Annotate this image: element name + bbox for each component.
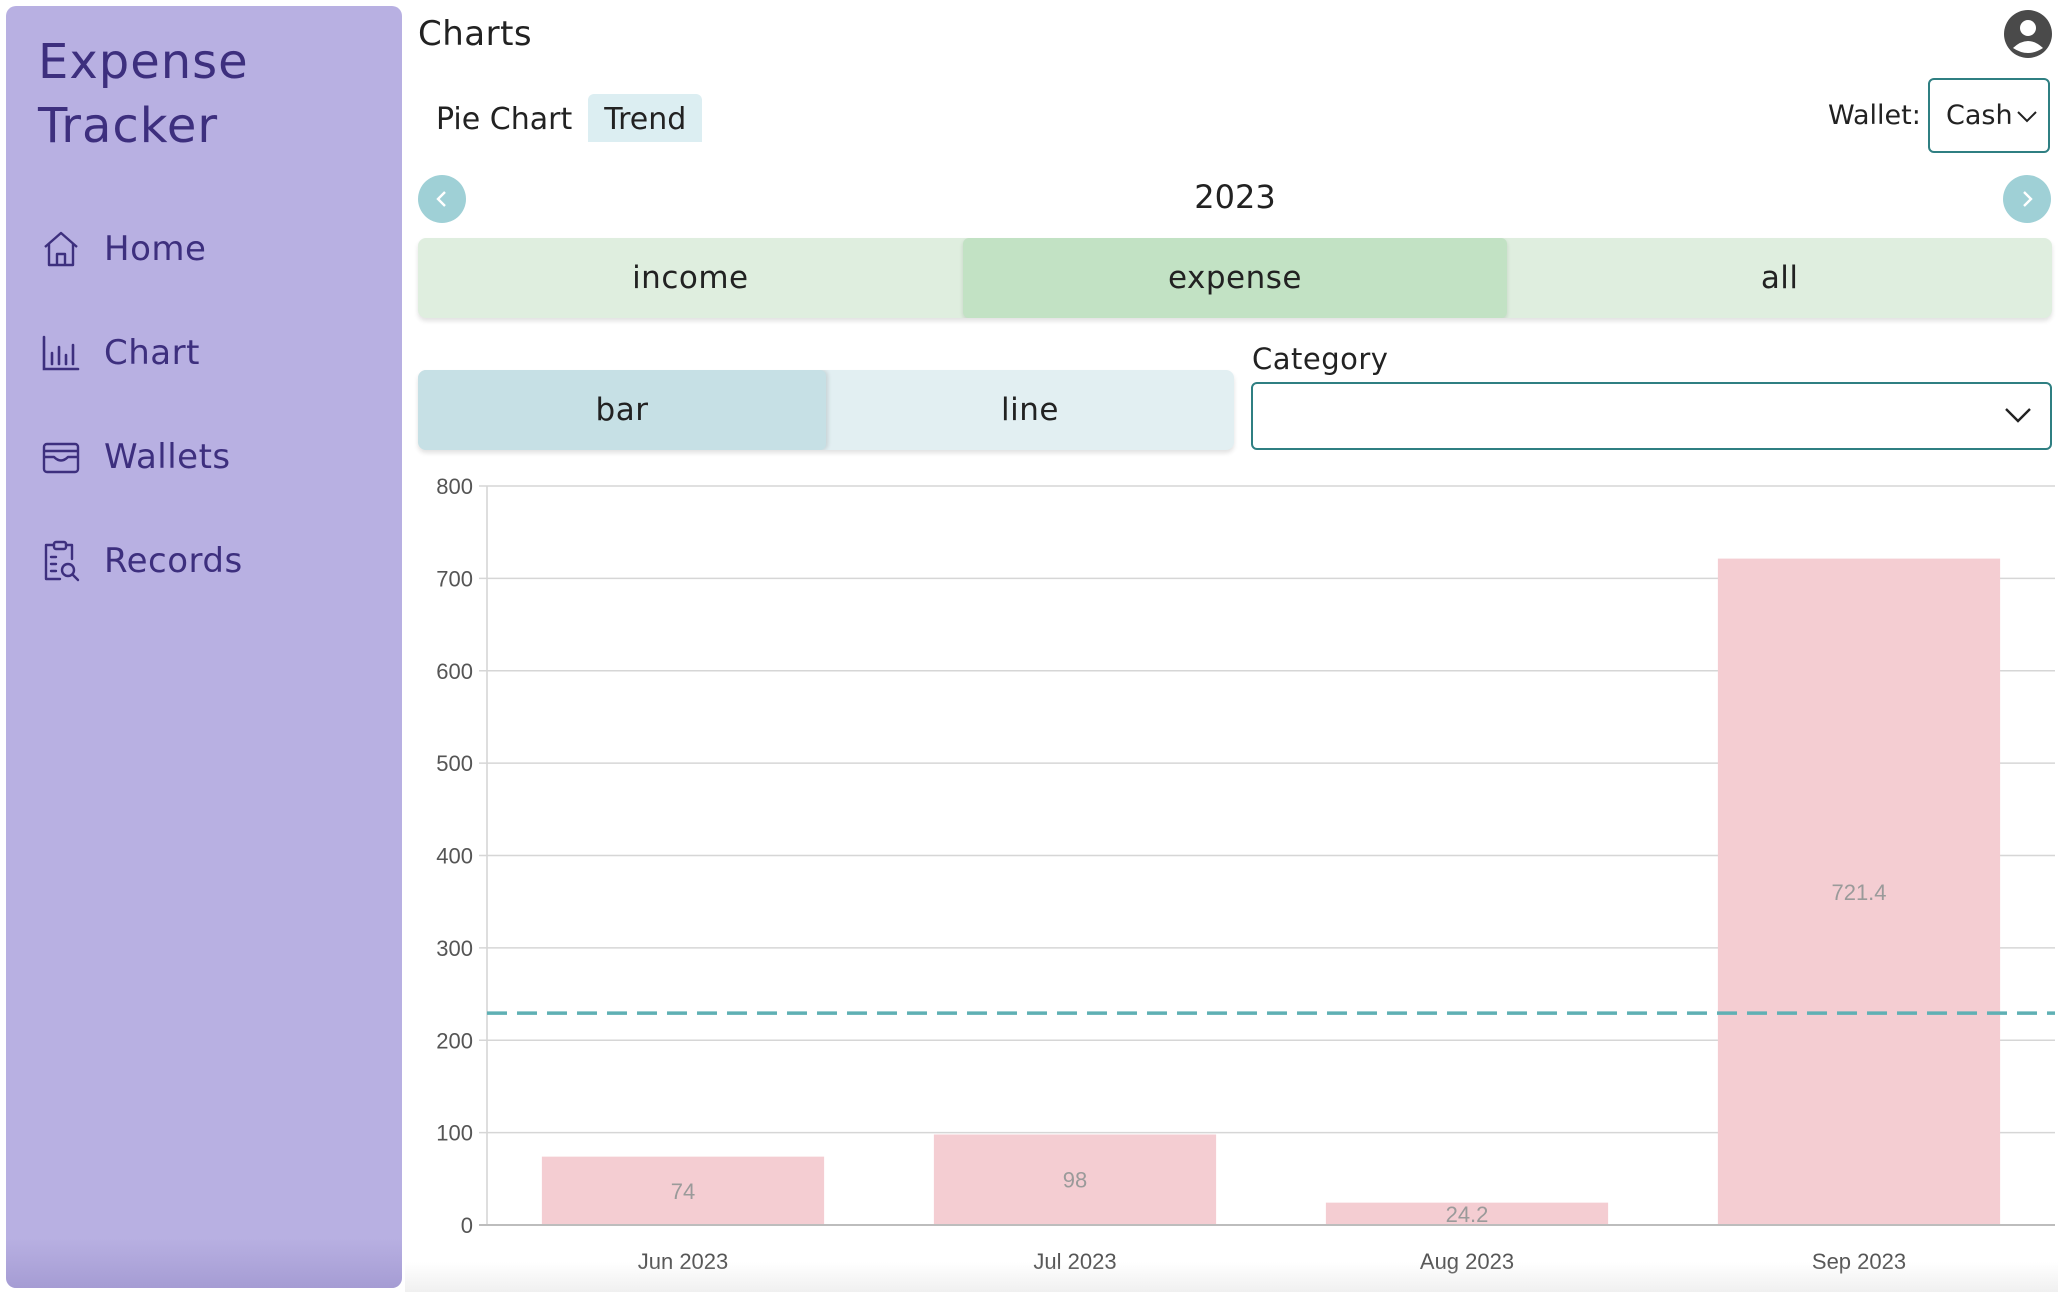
sidebar: Expense Tracker Home Chart Wallets Recor… — [6, 6, 402, 1288]
segment-all[interactable]: all — [1507, 238, 2052, 318]
sidebar-item-label: Wallets — [104, 437, 231, 477]
y-tick-label: 400 — [436, 844, 473, 869]
y-tick-label: 800 — [436, 474, 473, 499]
sidebar-item-records[interactable]: Records — [40, 529, 380, 593]
sidebar-item-home[interactable]: Home — [40, 217, 380, 281]
segment-line[interactable]: line — [826, 370, 1234, 450]
chevron-left-icon — [436, 191, 446, 207]
tab-trend[interactable]: Trend — [588, 94, 703, 142]
home-icon — [40, 227, 84, 271]
user-avatar-icon[interactable] — [2004, 10, 2052, 58]
next-year-button[interactable] — [2003, 175, 2051, 223]
chevron-down-icon — [2004, 406, 2032, 428]
segment-income[interactable]: income — [418, 238, 963, 318]
sidebar-item-label: Records — [104, 541, 243, 581]
app-brand: Expense Tracker — [38, 34, 249, 154]
bar-value-label: 24.2 — [1446, 1202, 1489, 1227]
x-tick-label: Sep 2023 — [1812, 1249, 1906, 1274]
y-tick-label: 500 — [436, 751, 473, 776]
category-select[interactable] — [1251, 382, 2052, 450]
x-tick-label: Aug 2023 — [1420, 1249, 1514, 1274]
wallet-label: Wallet: — [1828, 100, 1921, 131]
x-tick-label: Jun 2023 — [638, 1249, 729, 1274]
page-title: Charts — [418, 14, 533, 54]
prev-year-button[interactable] — [418, 175, 466, 223]
type-segmented-control: income expense all — [418, 238, 2052, 318]
wallet-select-value: Cash — [1946, 100, 2013, 131]
sidebar-item-label: Chart — [104, 333, 200, 373]
sidebar-item-chart[interactable]: Chart — [40, 321, 380, 385]
records-icon — [40, 539, 84, 583]
y-tick-label: 600 — [436, 659, 473, 684]
y-tick-label: 200 — [436, 1028, 473, 1053]
bar-value-label: 98 — [1063, 1168, 1087, 1193]
chevron-right-icon — [2023, 191, 2033, 207]
y-tick-label: 300 — [436, 936, 473, 961]
bar-chart-icon — [40, 331, 84, 375]
x-tick-label: Jul 2023 — [1033, 1249, 1116, 1274]
view-tabs: Pie Chart Trend — [420, 94, 703, 142]
segment-expense[interactable]: expense — [962, 238, 1508, 318]
chevron-down-icon — [2016, 100, 2037, 131]
year-label: 2023 — [1194, 178, 1276, 216]
y-tick-label: 700 — [436, 566, 473, 591]
wallet-select[interactable]: Cash — [1928, 78, 2050, 153]
chart-mode-segmented-control: bar line — [418, 370, 1234, 450]
tab-pie-chart[interactable]: Pie Chart — [420, 94, 588, 142]
y-tick-label: 0 — [461, 1213, 473, 1238]
sidebar-shadow — [6, 1238, 402, 1288]
sidebar-item-label: Home — [104, 229, 207, 269]
bar-value-label: 74 — [671, 1179, 695, 1204]
sidebar-item-wallets[interactable]: Wallets — [40, 425, 380, 489]
wallet-icon — [40, 435, 84, 479]
trend-bar-chart: 0 100 200 300 400 500 600 700 800 74 Jun 2023 98 Jul… — [436, 474, 2055, 1274]
segment-bar[interactable]: bar — [418, 370, 826, 450]
category-label: Category — [1252, 342, 1389, 376]
bar-value-label: 721.4 — [1831, 880, 1886, 905]
y-tick-label: 100 — [436, 1121, 473, 1146]
